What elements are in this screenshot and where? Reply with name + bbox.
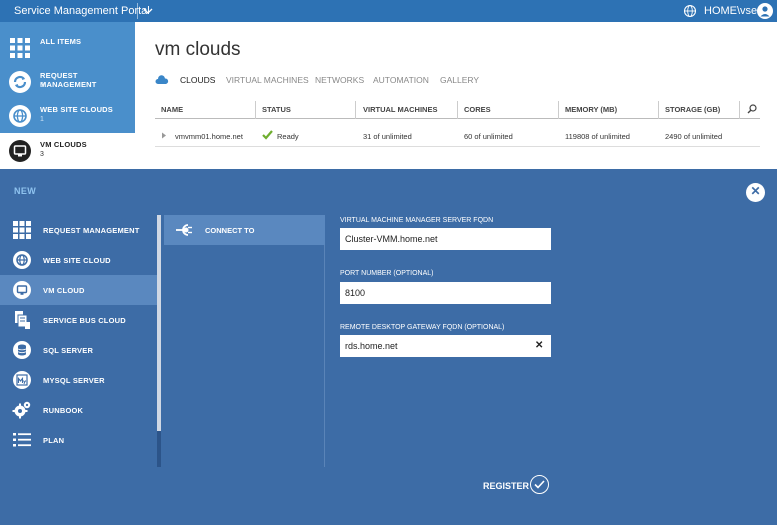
close-button[interactable]: ✕ xyxy=(746,183,765,202)
avatar-icon[interactable] xyxy=(757,3,773,19)
cell-virtual-machines: 31 of unlimited xyxy=(363,132,412,141)
tab-virtual-machines[interactable]: VIRTUAL MACHINES xyxy=(226,75,309,85)
cell-storage: 2490 of unlimited xyxy=(665,132,723,141)
nav-item-all-items[interactable]: ALL ITEMS xyxy=(0,30,135,64)
nav-item-label: VM CLOUDS xyxy=(40,140,87,149)
cell-cores: 60 of unlimited xyxy=(464,132,513,141)
sub-action-panel: CONNECT TO xyxy=(164,215,325,467)
nav-item-label: ALL ITEMS xyxy=(40,37,82,46)
nav-item-web-site-clouds[interactable]: WEB SITE CLOUDS 1 xyxy=(0,98,135,132)
port-input[interactable] xyxy=(340,282,551,304)
sub-action-connect-to[interactable]: CONNECT TO xyxy=(164,215,325,245)
cell-status: Ready xyxy=(277,132,299,141)
main-content: vm clouds CLOUDS VIRTUAL MACHINES NETWOR… xyxy=(135,22,777,169)
fqdn-input[interactable] xyxy=(340,228,551,250)
category-request-management[interactable]: REQUEST MANAGEMENT xyxy=(0,215,157,245)
mysql-icon xyxy=(13,371,31,389)
gear-icon xyxy=(12,401,31,419)
divider xyxy=(739,101,740,119)
nav-item-request-management[interactable]: REQUEST MANAGEMENT 0 xyxy=(0,64,135,98)
tab-clouds[interactable]: CLOUDS xyxy=(180,75,215,85)
divider xyxy=(355,101,356,119)
nav-item-count: 1 xyxy=(40,116,44,123)
column-header-memory[interactable]: MEMORY (MB) xyxy=(565,105,617,114)
plug-icon xyxy=(176,224,192,236)
scrollbar-thumb[interactable] xyxy=(157,215,161,431)
monitor-icon xyxy=(13,281,31,299)
column-header-status[interactable]: STATUS xyxy=(262,105,291,114)
refresh-icon xyxy=(9,71,31,93)
column-header-storage[interactable]: STORAGE (GB) xyxy=(665,105,720,114)
divider xyxy=(658,101,659,119)
category-mysql-server[interactable]: MYSQL SERVER xyxy=(0,365,157,395)
tab-networks[interactable]: NETWORKS xyxy=(315,75,364,85)
list-icon xyxy=(13,433,31,447)
category-runbook[interactable]: RUNBOOK xyxy=(0,395,157,425)
search-icon[interactable] xyxy=(747,104,757,114)
globe-icon[interactable] xyxy=(683,4,697,18)
nav-item-count: 3 xyxy=(40,151,44,158)
category-sql-server[interactable]: SQL SERVER xyxy=(0,335,157,365)
category-list: REQUEST MANAGEMENT WEB SITE CLOUD VM CLO… xyxy=(0,215,157,467)
category-web-site-cloud[interactable]: WEB SITE CLOUD xyxy=(0,245,157,275)
monitor-icon xyxy=(9,140,31,162)
divider xyxy=(457,101,458,119)
table-row[interactable]: vmvmm01.home.net Ready 31 of unlimited 6… xyxy=(155,124,760,147)
left-nav: ALL ITEMS REQUEST MANAGEMENT 0 WEB SITE … xyxy=(0,22,135,169)
nav-item-label: REQUEST MANAGEMENT xyxy=(40,71,97,89)
cell-name[interactable]: vmvmm01.home.net xyxy=(175,132,243,141)
column-header-cores[interactable]: CORES xyxy=(464,105,491,114)
page-title: vm clouds xyxy=(155,39,241,60)
category-vm-cloud[interactable]: VM CLOUD xyxy=(0,275,157,305)
portal-title[interactable]: Service Management Portal xyxy=(14,5,150,17)
clear-input-icon[interactable]: ✕ xyxy=(535,341,545,351)
category-label: MYSQL SERVER xyxy=(43,376,105,385)
divider xyxy=(558,101,559,119)
category-service-bus-cloud[interactable]: SERVICE BUS CLOUD xyxy=(0,305,157,335)
sub-action-label: CONNECT TO xyxy=(205,226,255,235)
category-label: PLAN xyxy=(43,436,65,445)
cloud-icon xyxy=(155,75,169,84)
rdg-input[interactable] xyxy=(340,335,551,357)
new-drawer: NEW ✕ REQUEST MANAGEMENT WEB SITE CLOUD … xyxy=(0,169,777,525)
fqdn-label: VIRTUAL MACHINE MANAGER SERVER FQDN xyxy=(340,217,494,224)
divider xyxy=(137,3,138,19)
nav-item-vm-clouds[interactable]: VM CLOUDS 3 xyxy=(0,133,135,169)
chevron-down-icon[interactable] xyxy=(141,3,155,19)
column-header-name[interactable]: NAME xyxy=(161,105,183,114)
servicebus-icon xyxy=(15,311,30,329)
nav-item-count: 0 xyxy=(40,82,44,89)
category-plan[interactable]: PLAN xyxy=(0,425,157,455)
category-label: SERVICE BUS CLOUD xyxy=(43,316,126,325)
globe-icon xyxy=(13,251,31,269)
checkmark-icon xyxy=(534,480,545,489)
category-label: RUNBOOK xyxy=(43,406,84,415)
rdg-label: REMOTE DESKTOP GATEWAY FQDN (OPTIONAL) xyxy=(340,324,505,331)
nav-item-label: WEB SITE CLOUDS xyxy=(40,105,114,114)
close-icon: ✕ xyxy=(750,184,761,198)
grid-icon xyxy=(13,221,31,239)
tab-gallery[interactable]: GALLERY xyxy=(440,75,479,85)
category-label: SQL SERVER xyxy=(43,346,94,355)
register-button[interactable] xyxy=(530,475,549,494)
category-label: WEB SITE CLOUD xyxy=(43,256,111,265)
divider xyxy=(255,101,256,119)
drawer-title: NEW xyxy=(14,186,37,196)
checkmark-icon xyxy=(262,130,273,140)
table-header: NAME STATUS VIRTUAL MACHINES CORES MEMOR… xyxy=(155,101,760,119)
database-icon xyxy=(13,341,31,359)
port-label: PORT NUMBER (OPTIONAL) xyxy=(340,270,434,277)
expand-arrow-icon[interactable] xyxy=(161,132,167,139)
category-label: REQUEST MANAGEMENT xyxy=(43,226,140,235)
grid-icon xyxy=(10,38,30,58)
category-label: VM CLOUD xyxy=(43,286,85,295)
top-bar: Service Management Portal HOME\vserre xyxy=(0,0,777,22)
globe-icon xyxy=(9,105,31,127)
cell-memory: 119808 of unlimited xyxy=(565,132,630,141)
tab-automation[interactable]: AUTOMATION xyxy=(373,75,429,85)
column-header-virtual-machines[interactable]: VIRTUAL MACHINES xyxy=(363,105,437,114)
register-label[interactable]: REGISTER xyxy=(483,481,529,491)
